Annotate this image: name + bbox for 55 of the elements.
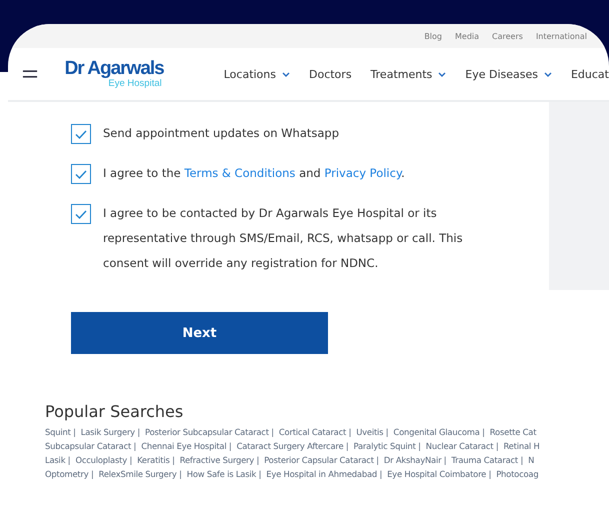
search-link[interactable]: Uveitis | bbox=[356, 427, 388, 437]
search-link[interactable]: Cortical Cataract | bbox=[278, 427, 352, 437]
search-link[interactable]: Posterior Capsular Cataract | bbox=[264, 455, 379, 465]
search-link[interactable]: Keratitis | bbox=[137, 455, 175, 465]
consent-text: Send appointment updates on Whatsapp bbox=[103, 125, 340, 142]
top-link[interactable]: Careers bbox=[492, 32, 523, 40]
check-icon bbox=[75, 130, 87, 138]
search-link[interactable]: Subcapsular Cataract | bbox=[45, 441, 136, 451]
search-link[interactable]: Squint | bbox=[45, 427, 76, 437]
chevron-down-icon bbox=[282, 72, 290, 76]
top-link[interactable]: Blog bbox=[424, 32, 442, 40]
search-link[interactable]: Optometry | bbox=[45, 469, 94, 479]
consent-link[interactable]: Privacy Policy bbox=[324, 166, 402, 180]
nav-link[interactable]: Eye Diseases bbox=[465, 68, 552, 80]
check-icon bbox=[75, 210, 87, 218]
top-link[interactable]: Media bbox=[455, 32, 480, 40]
nav-link[interactable]: Educat bbox=[570, 68, 609, 80]
consent-link[interactable]: Terms & Conditions bbox=[184, 166, 296, 180]
logo-subtitle: Eye Hospital bbox=[108, 78, 162, 89]
search-link[interactable]: Chennai Eye Hospital | bbox=[141, 441, 232, 451]
next-button[interactable]: Next bbox=[71, 312, 328, 354]
logo-name[interactable]: Dr Agarwals bbox=[64, 59, 164, 78]
checkbox[interactable] bbox=[71, 124, 91, 144]
search-link[interactable]: Nuclear Cataract | bbox=[426, 441, 498, 451]
nav-link[interactable]: Treatments bbox=[370, 68, 446, 80]
chevron-down-icon bbox=[438, 72, 446, 76]
search-link[interactable]: Trauma Cataract | bbox=[451, 455, 524, 465]
checkbox[interactable] bbox=[71, 164, 91, 184]
search-link[interactable]: Paralytic Squint | bbox=[354, 441, 421, 451]
section-title: Popular Searches bbox=[45, 402, 184, 421]
search-link[interactable]: Lasik Surgery | bbox=[80, 427, 140, 437]
nav-link[interactable]: Doctors bbox=[309, 68, 352, 80]
search-link[interactable]: How Safe is Lasik | bbox=[186, 469, 262, 479]
nav-link[interactable]: Locations bbox=[224, 68, 290, 80]
consent-text: I agree to the Terms & Conditions and Privacy Policy. bbox=[103, 165, 405, 182]
search-link[interactable]: Lasik | bbox=[45, 455, 70, 465]
search-link[interactable]: Posterior Subcapsular Cataract | bbox=[145, 427, 274, 437]
search-link[interactable]: Occuloplasty | bbox=[75, 455, 132, 465]
search-link[interactable]: Dr AkshayNair | bbox=[384, 455, 446, 465]
top-link[interactable]: International bbox=[536, 32, 587, 40]
search-link[interactable]: Eye Hospital Coimbatore | bbox=[387, 469, 492, 479]
check-icon bbox=[75, 170, 87, 178]
search-link[interactable]: Congenital Glaucoma | bbox=[393, 427, 485, 437]
search-link[interactable]: N bbox=[528, 455, 534, 465]
search-link[interactable]: Photocoag bbox=[496, 469, 538, 479]
chevron-down-icon bbox=[544, 72, 552, 76]
consent-text: I agree to be contacted by Dr Agarwals Eye Hospital or its representative through SMS/Email, RCS, whatsapp or call. This consent will override any registration for NDNC. bbox=[103, 205, 464, 272]
search-link[interactable]: Refractive Surgery | bbox=[180, 455, 260, 465]
search-link[interactable]: RelexSmile Surgery | bbox=[98, 469, 182, 479]
checkbox[interactable] bbox=[71, 204, 91, 224]
menu-icon[interactable] bbox=[22, 69, 38, 79]
search-link[interactable]: Cataract Surgery Aftercare | bbox=[236, 441, 348, 451]
search-link[interactable]: Retinal H bbox=[503, 441, 540, 451]
search-link[interactable]: Eye Hospital in Ahmedabad | bbox=[266, 469, 382, 479]
search-link[interactable]: Rosette Cat bbox=[490, 427, 536, 437]
